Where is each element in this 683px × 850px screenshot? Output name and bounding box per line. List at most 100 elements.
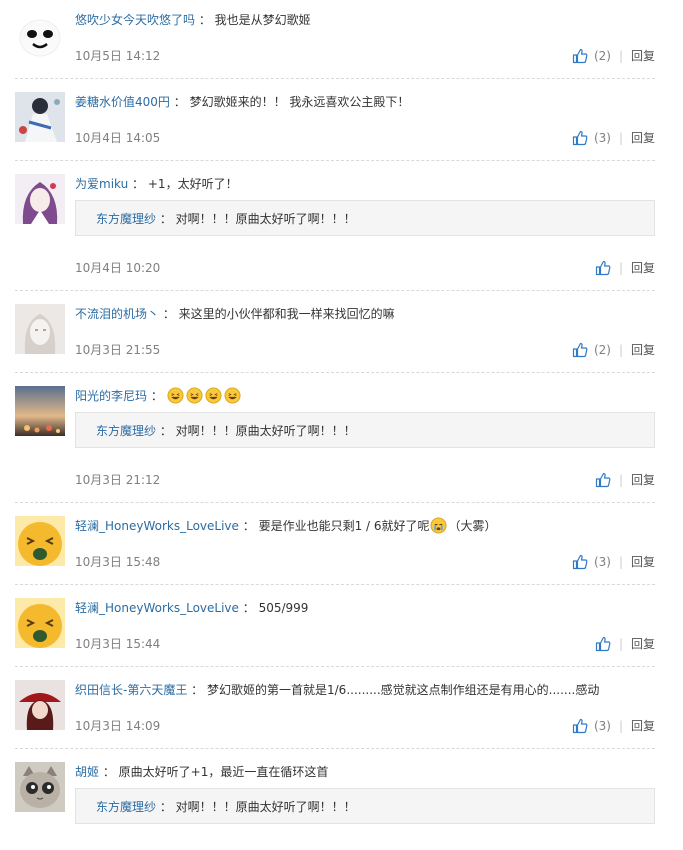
- reply-button[interactable]: 回复: [631, 47, 655, 65]
- thumbs-up-icon[interactable]: [572, 554, 588, 570]
- username-link[interactable]: 轻澜_HoneyWorks_LoveLive: [75, 519, 239, 533]
- comment-meta: 10月4日 14:05 (3) | 回复: [75, 129, 655, 147]
- avatar[interactable]: [15, 762, 65, 812]
- timestamp: 10月3日 14:09: [75, 719, 161, 733]
- like-count: (2): [593, 49, 611, 63]
- reply-text: 对啊！！！原曲太好听了啊！！！: [175, 800, 356, 814]
- sunset-avatar-icon: [15, 386, 65, 436]
- timestamp: 10月3日 15:44: [75, 637, 161, 651]
- timestamp: 10月3日 21:55: [75, 343, 161, 357]
- reply-text: 对啊！！！原曲太好听了啊！！！: [175, 424, 356, 438]
- laughing-emoji-icon: [224, 387, 241, 404]
- like-count: (3): [593, 131, 611, 145]
- username-link[interactable]: 胡姬: [75, 765, 99, 779]
- avatar[interactable]: [15, 92, 65, 142]
- comment-text: +1，太好听了！: [147, 177, 238, 191]
- comment-body: 姜糖水价值400円 ： 梦幻歌姬来的！！ 我永远喜欢公主殿下！: [75, 95, 410, 109]
- reply-text: 对啊！！！原曲太好听了啊！！！: [175, 212, 356, 226]
- comment-body: 为爱miku ： +1，太好听了！ 东方魔理纱 ： 对啊！！！原曲太好听了啊！！…: [75, 174, 655, 236]
- red-hat-avatar-icon: [15, 680, 65, 730]
- nested-reply: 东方魔理纱 ： 对啊！！！原曲太好听了啊！！！: [75, 788, 655, 824]
- nested-reply: 东方魔理纱 ： 对啊！！！原曲太好听了啊！！！: [75, 412, 655, 448]
- thumbs-up-icon[interactable]: [595, 472, 611, 488]
- reply-button[interactable]: 回复: [631, 471, 655, 489]
- thumbs-up-icon[interactable]: [572, 48, 588, 64]
- reply-button[interactable]: 回复: [631, 259, 655, 277]
- reply-username-link[interactable]: 东方魔理纱: [96, 424, 156, 438]
- username-link[interactable]: 阳光的李尼玛: [75, 389, 147, 403]
- comment-meta: 10月4日 10:20 | 回复: [75, 259, 655, 277]
- timestamp: 10月4日 10:20: [75, 261, 161, 275]
- comment-text-suffix: （大雾）: [448, 519, 497, 533]
- laughing-emoji-icon: [167, 387, 184, 404]
- yellow-emoji-avatar-icon: [15, 516, 65, 566]
- timestamp: 10月3日 15:48: [75, 555, 161, 569]
- comment-text: 原曲太好听了+1，最近一直在循环这首: [118, 765, 329, 779]
- timestamp: 10月3日 21:12: [75, 473, 161, 487]
- laughing-emoji-icon: [186, 387, 203, 404]
- reply-button[interactable]: 回复: [631, 341, 655, 359]
- timestamp: 10月4日 14:05: [75, 131, 161, 145]
- comment-item: 轻澜_HoneyWorks_LoveLive ： 要是作业也能只剩1 / 6就好…: [15, 516, 655, 585]
- reply-button[interactable]: 回复: [631, 553, 655, 571]
- sketch-girl-avatar-icon: [15, 304, 65, 354]
- thumbs-up-icon[interactable]: [572, 342, 588, 358]
- reply-button[interactable]: 回复: [631, 717, 655, 735]
- avatar[interactable]: [15, 304, 65, 354]
- username-link[interactable]: 悠吹少女今天吹悠了吗: [75, 13, 195, 27]
- comment-body: 轻澜_HoneyWorks_LoveLive ： 505/999: [75, 601, 309, 615]
- avatar[interactable]: [15, 598, 65, 648]
- like-count: (3): [593, 555, 611, 569]
- comment-body: 悠吹少女今天吹悠了吗 ： 我也是从梦幻歌姬: [75, 13, 311, 27]
- username-link[interactable]: 织田信长-第六天魔王: [75, 683, 187, 697]
- comment-item: 姜糖水价值400円 ： 梦幻歌姬来的！！ 我永远喜欢公主殿下！ 10月4日 14…: [15, 92, 655, 161]
- comment-body: 阳光的李尼玛 ： 东方魔理纱 ： 对啊！！！原曲太好听了啊！！！: [75, 386, 655, 448]
- comment-item: 不流泪的机场丶 ： 来这里的小伙伴都和我一样来找回忆的嘛 10月3日 21:55…: [15, 304, 655, 373]
- comment-item: 织田信长-第六天魔王 ： 梦幻歌姬的第一首就是1/6.........感觉就这点…: [15, 680, 655, 749]
- username-link[interactable]: 轻澜_HoneyWorks_LoveLive: [75, 601, 239, 615]
- reply-button[interactable]: 回复: [631, 635, 655, 653]
- username-link[interactable]: 不流泪的机场丶: [75, 307, 159, 321]
- avatar[interactable]: [15, 680, 65, 730]
- avatar[interactable]: [15, 386, 65, 436]
- comment-meta: 10月5日 14:12 (2) | 回复: [75, 47, 655, 65]
- comment-text: 梦幻歌姬来的！！ 我永远喜欢公主殿下！: [189, 95, 410, 109]
- like-count: (3): [593, 719, 611, 733]
- nested-reply: 东方魔理纱 ： 对啊！！！原曲太好听了啊！！！: [75, 200, 655, 236]
- comment-text: 梦幻歌姬的第一首就是1/6.........感觉就这点制作组还是有用心的....…: [207, 683, 600, 697]
- comment-meta: 10月3日 21:55 (2) | 回复: [75, 341, 655, 359]
- comment-item: 悠吹少女今天吹悠了吗 ： 我也是从梦幻歌姬 10月5日 14:12 (2) | …: [15, 10, 655, 79]
- thumbs-up-icon[interactable]: [595, 636, 611, 652]
- reply-username-link[interactable]: 东方魔理纱: [96, 800, 156, 814]
- comment-item: 为爱miku ： +1，太好听了！ 东方魔理纱 ： 对啊！！！原曲太好听了啊！！…: [15, 174, 655, 291]
- thumbs-up-icon[interactable]: [595, 260, 611, 276]
- cat-avatar-icon: [15, 762, 65, 812]
- comment-item: 阳光的李尼玛 ： 东方魔理纱 ： 对啊！！！原曲太好听了啊！！！ 10月3日 2…: [15, 386, 655, 503]
- comment-item: 轻澜_HoneyWorks_LoveLive ： 505/999 10月3日 1…: [15, 598, 655, 667]
- comment-body: 织田信长-第六天魔王 ： 梦幻歌姬的第一首就是1/6.........感觉就这点…: [75, 683, 600, 697]
- comment-item: 胡姬 ： 原曲太好听了+1，最近一直在循环这首 东方魔理纱 ： 对啊！！！原曲太…: [15, 762, 655, 850]
- timestamp: 10月5日 14:12: [75, 49, 161, 63]
- crying-emoji-icon: [429, 517, 447, 534]
- comment-meta: 10月3日 14:09 (3) | 回复: [75, 717, 655, 735]
- comment-body: 胡姬 ： 原曲太好听了+1，最近一直在循环这首 东方魔理纱 ： 对啊！！！原曲太…: [75, 762, 655, 824]
- avatar[interactable]: [15, 516, 65, 566]
- comment-text: 要是作业也能只剩1 / 6就好了呢: [258, 519, 430, 533]
- username-link[interactable]: 为爱miku: [75, 177, 128, 191]
- laughing-emoji-icon: [205, 387, 222, 404]
- anime-girl-avatar-icon: [15, 92, 65, 142]
- comment-text: 我也是从梦幻歌姬: [214, 13, 311, 27]
- avatar[interactable]: [15, 10, 65, 60]
- comment-meta: 10月3日 21:12 | 回复: [75, 471, 655, 489]
- yellow-emoji-avatar-icon: [15, 598, 65, 648]
- username-link[interactable]: 姜糖水价值400円: [75, 95, 170, 109]
- comment-body: 轻澜_HoneyWorks_LoveLive ： 要是作业也能只剩1 / 6就好…: [75, 517, 497, 534]
- reply-username-link[interactable]: 东方魔理纱: [96, 212, 156, 226]
- thumbs-up-icon[interactable]: [572, 130, 588, 146]
- thumbs-up-icon[interactable]: [572, 718, 588, 734]
- avatar[interactable]: [15, 174, 65, 224]
- comment-body: 不流泪的机场丶 ： 来这里的小伙伴都和我一样来找回忆的嘛: [75, 307, 395, 321]
- comment-text: 来这里的小伙伴都和我一样来找回忆的嘛: [178, 307, 395, 321]
- reply-button[interactable]: 回复: [631, 129, 655, 147]
- comment-text: 505/999: [258, 601, 309, 615]
